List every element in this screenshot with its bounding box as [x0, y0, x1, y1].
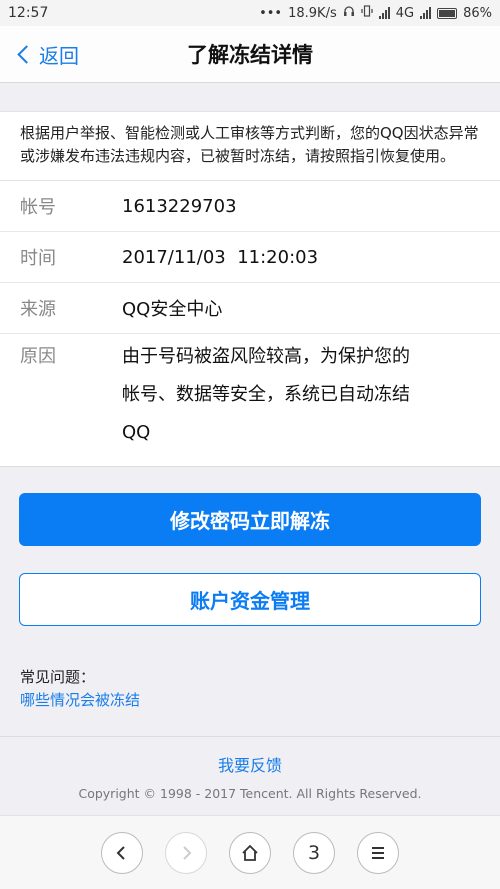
vibrate-icon [361, 5, 373, 21]
info-row-reason: 原因 由于号码被盗风险较高，为保护您的 帐号、数据等安全，系统已自动冻结 QQ [0, 334, 500, 466]
footer: 我要反馈 Copyright © 1998 - 2017 Tencent. Al… [0, 736, 500, 817]
time-label: 时间 [20, 248, 56, 269]
info-list: 帐号 1613229703 时间 2017/11/03 11:20:03 来源 … [0, 181, 500, 467]
copyright: Copyright © 1998 - 2017 Tencent. All Rig… [78, 786, 422, 801]
battery-level: 86% [463, 5, 492, 21]
headphone-icon [343, 5, 355, 21]
browser-tabs-button[interactable]: 3 [293, 831, 335, 874]
browser-menu-button[interactable] [357, 831, 399, 874]
info-row-source: 来源 QQ安全中心 [0, 283, 500, 334]
page-title: 了解冻结详情 [187, 43, 313, 67]
freeze-notice: 根据用户举报、智能检测或人工审核等方式判断，您的QQ因状态异常或涉嫌发布违法违规… [0, 111, 500, 181]
reason-line: QQ [122, 422, 151, 443]
signal-icon [378, 7, 390, 19]
reason-value: 由于号码被盗风险较高，为保护您的 帐号、数据等安全，系统已自动冻结 QQ [122, 338, 410, 452]
tab-count: 3 [307, 841, 321, 864]
reason-label: 原因 [20, 346, 56, 367]
source-label: 来源 [20, 299, 56, 320]
status-indicators: ••• 18.9K/s 4G 86% [259, 5, 492, 21]
back-label: 返回 [39, 43, 79, 68]
back-button[interactable]: 返回 [14, 26, 79, 82]
faq-section: 常见问题： 哪些情况会被冻结 [0, 666, 500, 710]
battery-icon [437, 7, 458, 19]
account-value: 1613229703 [122, 195, 237, 217]
source-value: QQ安全中心 [122, 299, 223, 320]
change-password-unfreeze-button[interactable]: 修改密码立即解冻 [19, 493, 481, 546]
status-dots: ••• [259, 5, 283, 21]
faq-title: 常见问题： [20, 668, 96, 686]
network-speed: 18.9K/s [288, 5, 337, 21]
browser-back-button[interactable] [101, 831, 143, 874]
status-time: 12:57 [8, 5, 49, 21]
time-value: 2017/11/03 11:20:03 [122, 246, 319, 268]
info-row-time: 时间 2017/11/03 11:20:03 [0, 232, 500, 283]
faq-link-freeze-reasons[interactable]: 哪些情况会被冻结 [20, 689, 480, 710]
menu-icon [372, 846, 384, 859]
network-type: 4G [395, 5, 415, 21]
account-label: 帐号 [20, 197, 56, 218]
chevron-right-icon [183, 845, 192, 860]
reason-line: 由于号码被盗风险较高，为保护您的 [122, 346, 410, 367]
browser-forward-button[interactable] [165, 831, 207, 874]
chevron-left-icon [17, 44, 36, 64]
nav-bar: 返回 了解冻结详情 [0, 26, 500, 83]
account-funds-button[interactable]: 账户资金管理 [19, 573, 481, 626]
browser-toolbar: 3 [0, 815, 500, 889]
signal-icon-2 [420, 7, 432, 19]
status-bar: 12:57 ••• 18.9K/s 4G 86% [0, 0, 500, 26]
chevron-left-icon [116, 845, 125, 860]
browser-home-button[interactable] [229, 831, 271, 874]
info-row-account: 帐号 1613229703 [0, 181, 500, 232]
home-icon [242, 844, 258, 861]
feedback-link[interactable]: 我要反馈 [0, 752, 500, 776]
reason-line: 帐号、数据等安全，系统已自动冻结 [122, 384, 410, 405]
